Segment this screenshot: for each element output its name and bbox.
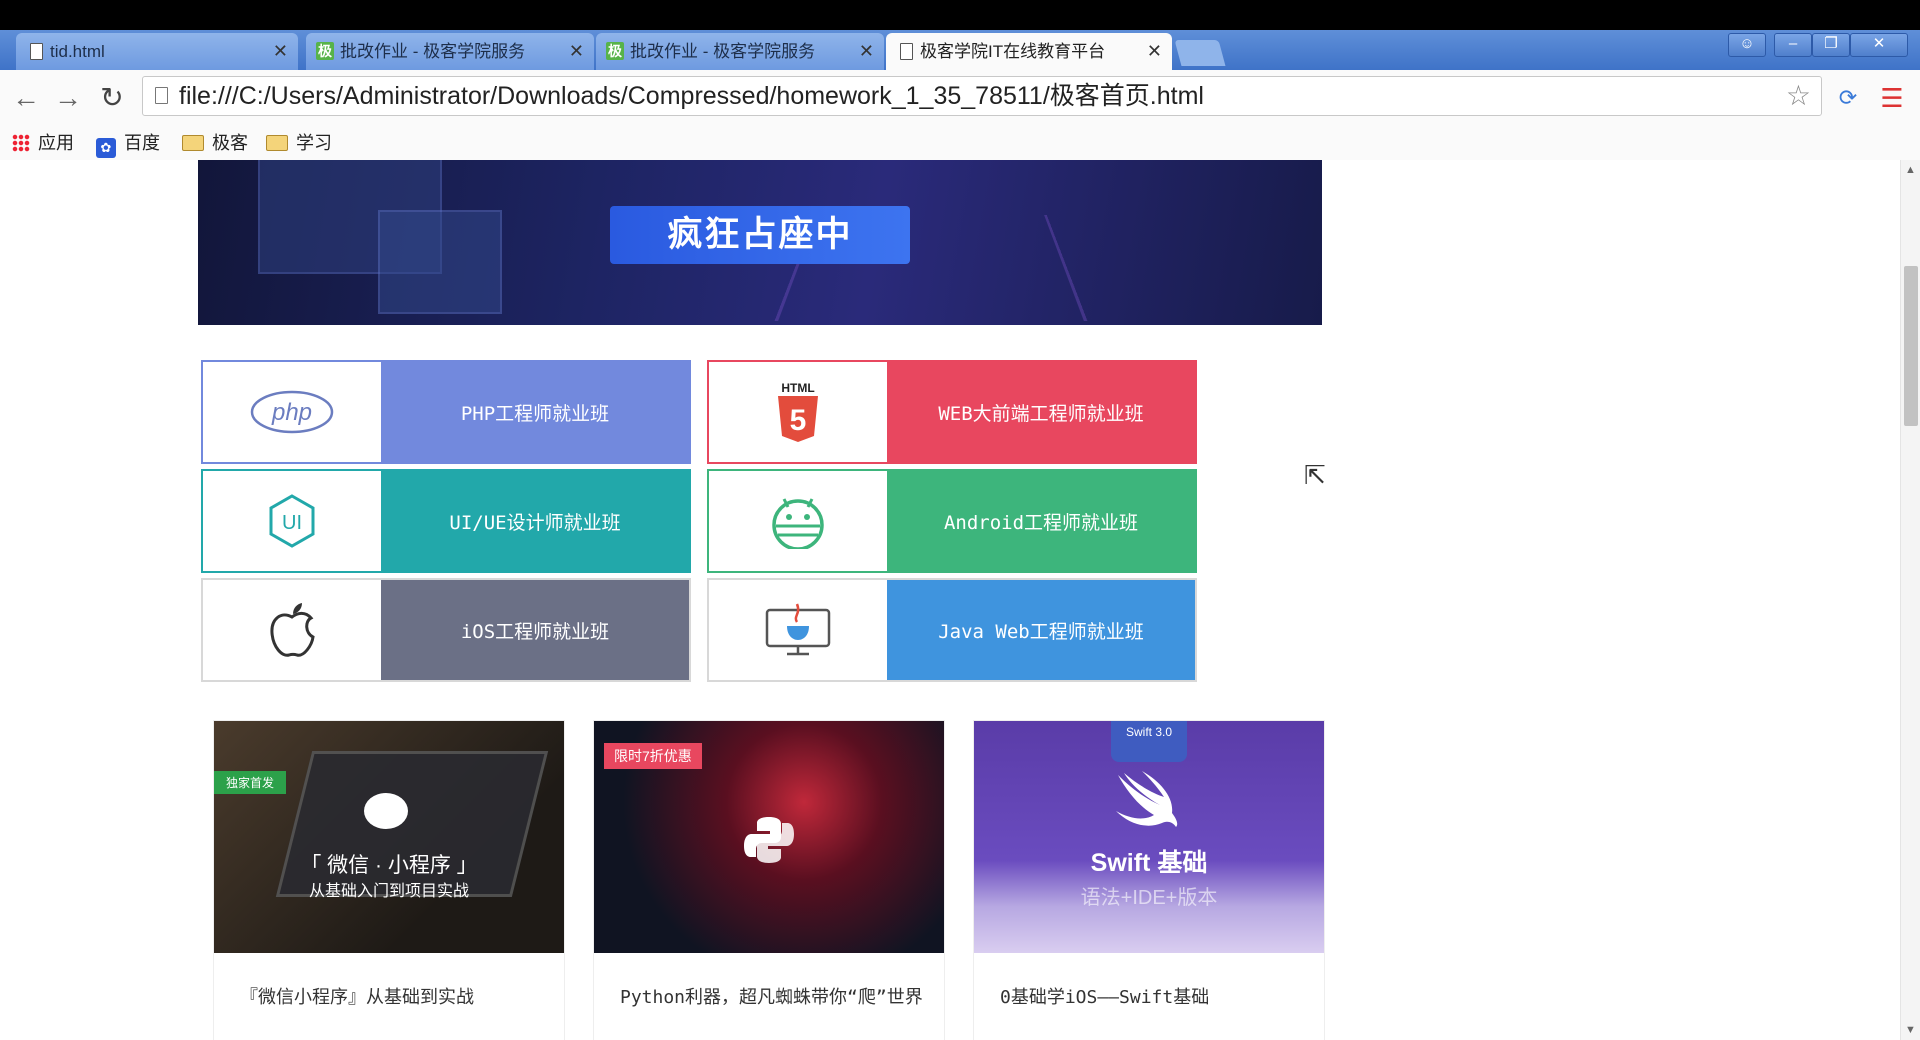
apps-icon	[12, 134, 30, 152]
course-ios[interactable]: iOS工程师就业班	[201, 578, 691, 682]
tab-title: 批改作业 - 极客学院服务	[630, 42, 816, 61]
close-icon[interactable]: ✕	[273, 33, 288, 70]
card-thumbnail: Swift 3.0 Swift 基础 语法+IDE+版本	[974, 721, 1324, 953]
card-title[interactable]: 『微信小程序』从基础到实战	[240, 983, 474, 1009]
bookmark-label: 极客	[212, 133, 248, 153]
course-label: UI/UE设计师就业班	[381, 471, 689, 571]
translate-extension-icon[interactable]: ⟳	[1830, 80, 1866, 116]
svg-text:5: 5	[790, 404, 807, 437]
apple-logo-icon	[203, 580, 381, 680]
course-web[interactable]: HTML 5 WEB大前端工程师就业班	[707, 360, 1197, 464]
star-icon[interactable]: ☆	[1786, 79, 1811, 112]
course-label: iOS工程师就业班	[381, 580, 689, 680]
bookmark-apps[interactable]: 应用	[12, 128, 74, 158]
folder-icon	[182, 135, 204, 151]
page-icon	[30, 43, 43, 60]
card-title[interactable]: 0基础学iOS——Swift基础	[1000, 983, 1209, 1009]
banner-graphic	[378, 210, 502, 314]
new-tab-button[interactable]	[1174, 40, 1226, 66]
bookmark-label: 学习	[296, 133, 332, 153]
bookmark-baidu[interactable]: ✿ 百度	[96, 128, 160, 158]
vertical-scrollbar[interactable]: ▲ ▼	[1900, 160, 1920, 1040]
course-label: PHP工程师就业班	[381, 362, 689, 462]
bookmark-label: 应用	[38, 133, 74, 153]
geek-favicon-icon: 极	[316, 42, 334, 60]
svg-text:php: php	[271, 399, 312, 426]
back-arrow-icon[interactable]: ←	[8, 80, 44, 116]
ui-logo-icon: UI	[203, 471, 381, 571]
svg-text:HTML: HTML	[781, 381, 814, 395]
php-logo-icon: php	[203, 362, 381, 462]
bookmarks-bar: 应用 ✿ 百度 极客 学习	[0, 126, 1920, 161]
browser-toolbar: ← → ↻ file:///C:/Users/Administrator/Dow…	[0, 70, 1920, 126]
tab-tid[interactable]: tid.html ✕	[16, 33, 298, 70]
page-content: 疯狂占座中 php PHP工程师就业班 HTML 5 WEB大前端工程师就业班 U…	[0, 160, 1900, 1040]
course-android[interactable]: Android工程师就业班	[707, 469, 1197, 573]
mouse-cursor-icon: ⇱	[1304, 460, 1326, 490]
restore-button[interactable]: ❐	[1812, 33, 1850, 57]
course-php[interactable]: php PHP工程师就业班	[201, 360, 691, 464]
tab-title: tid.html	[50, 42, 105, 61]
close-icon[interactable]: ✕	[859, 33, 874, 70]
thumb-title: 「 微信 · 小程序 」	[300, 854, 478, 877]
swift-logo-icon	[1116, 771, 1178, 827]
python-logo-icon	[744, 817, 794, 863]
card-badge: Swift 3.0	[1111, 721, 1187, 762]
address-bar[interactable]: file:///C:/Users/Administrator/Downloads…	[142, 76, 1822, 116]
geek-favicon-icon: 极	[606, 42, 624, 60]
page-icon	[900, 43, 913, 60]
close-icon[interactable]: ✕	[1147, 33, 1162, 70]
card-thumbnail: 限时7折优惠	[594, 721, 944, 953]
scroll-up-arrow-icon[interactable]: ▲	[1905, 164, 1916, 176]
thumb-subtitle: 从基础入门到项目实战	[308, 883, 469, 900]
course-card-python[interactable]: 限时7折优惠 Python利器，超凡蜘蛛带你“爬”世界	[593, 720, 945, 1040]
forward-arrow-icon[interactable]: →	[50, 80, 86, 116]
url-text[interactable]: file:///C:/Users/Administrator/Downloads…	[179, 77, 1204, 115]
android-logo-icon	[709, 471, 887, 571]
card-thumbnail: 独家首发 「 微信 · 小程序 」 从基础入门到项目实战	[214, 721, 564, 953]
bookmark-label: 百度	[124, 133, 160, 153]
course-label: Android工程师就业班	[887, 471, 1195, 571]
tab-strip: tid.html ✕ 极 批改作业 - 极客学院服务 ✕ 极 批改作业 - 极客…	[0, 30, 1920, 70]
user-icon[interactable]: ☺	[1728, 33, 1766, 57]
tab-title: 极客学院IT在线教育平台	[920, 42, 1106, 61]
folder-icon	[266, 135, 288, 151]
page-icon	[155, 87, 168, 104]
java-logo-icon	[709, 580, 887, 680]
card-title[interactable]: Python利器，超凡蜘蛛带你“爬”世界	[620, 983, 923, 1009]
scroll-down-arrow-icon[interactable]: ▼	[1905, 1024, 1916, 1036]
tab-geek-home[interactable]: 极客学院IT在线教育平台 ✕	[886, 33, 1172, 70]
tab-homework-2[interactable]: 极 批改作业 - 极客学院服务 ✕	[596, 33, 884, 70]
card-badge: 限时7折优惠	[604, 743, 702, 769]
tab-title: 批改作业 - 极客学院服务	[340, 42, 526, 61]
course-card-swift[interactable]: Swift 3.0 Swift 基础 语法+IDE+版本 0基础学iOS——Sw…	[973, 720, 1325, 1040]
card-badge: 独家首发	[214, 771, 287, 794]
svg-text:UI: UI	[282, 512, 302, 534]
menu-icon[interactable]: ☰	[1874, 80, 1910, 116]
html5-logo-icon: HTML 5	[709, 362, 887, 462]
course-java-web[interactable]: Java Web工程师就业班	[707, 578, 1197, 682]
bookmark-folder-geek[interactable]: 极客	[182, 128, 248, 158]
wechat-icon	[364, 793, 408, 829]
thumb-title: Swift 基础	[1090, 849, 1208, 877]
bookmark-folder-study[interactable]: 学习	[266, 128, 332, 158]
baidu-icon: ✿	[96, 138, 116, 158]
course-label: WEB大前端工程师就业班	[887, 362, 1195, 462]
minimize-button[interactable]: –	[1774, 33, 1812, 57]
seat-button[interactable]: 疯狂占座中	[610, 206, 910, 264]
course-ui[interactable]: UI UI/UE设计师就业班	[201, 469, 691, 573]
reload-icon[interactable]: ↻	[94, 80, 130, 116]
course-label: Java Web工程师就业班	[887, 580, 1195, 680]
close-window-button[interactable]: ✕	[1850, 33, 1908, 57]
thumb-subtitle: 语法+IDE+版本	[1080, 887, 1218, 909]
scrollbar-thumb[interactable]	[1904, 266, 1918, 426]
tab-homework-1[interactable]: 极 批改作业 - 极客学院服务 ✕	[306, 33, 594, 70]
close-icon[interactable]: ✕	[569, 33, 584, 70]
promo-banner[interactable]: 疯狂占座中	[198, 160, 1322, 325]
course-card-wechat[interactable]: 独家首发 「 微信 · 小程序 」 从基础入门到项目实战 『微信小程序』从基础到…	[213, 720, 565, 1040]
